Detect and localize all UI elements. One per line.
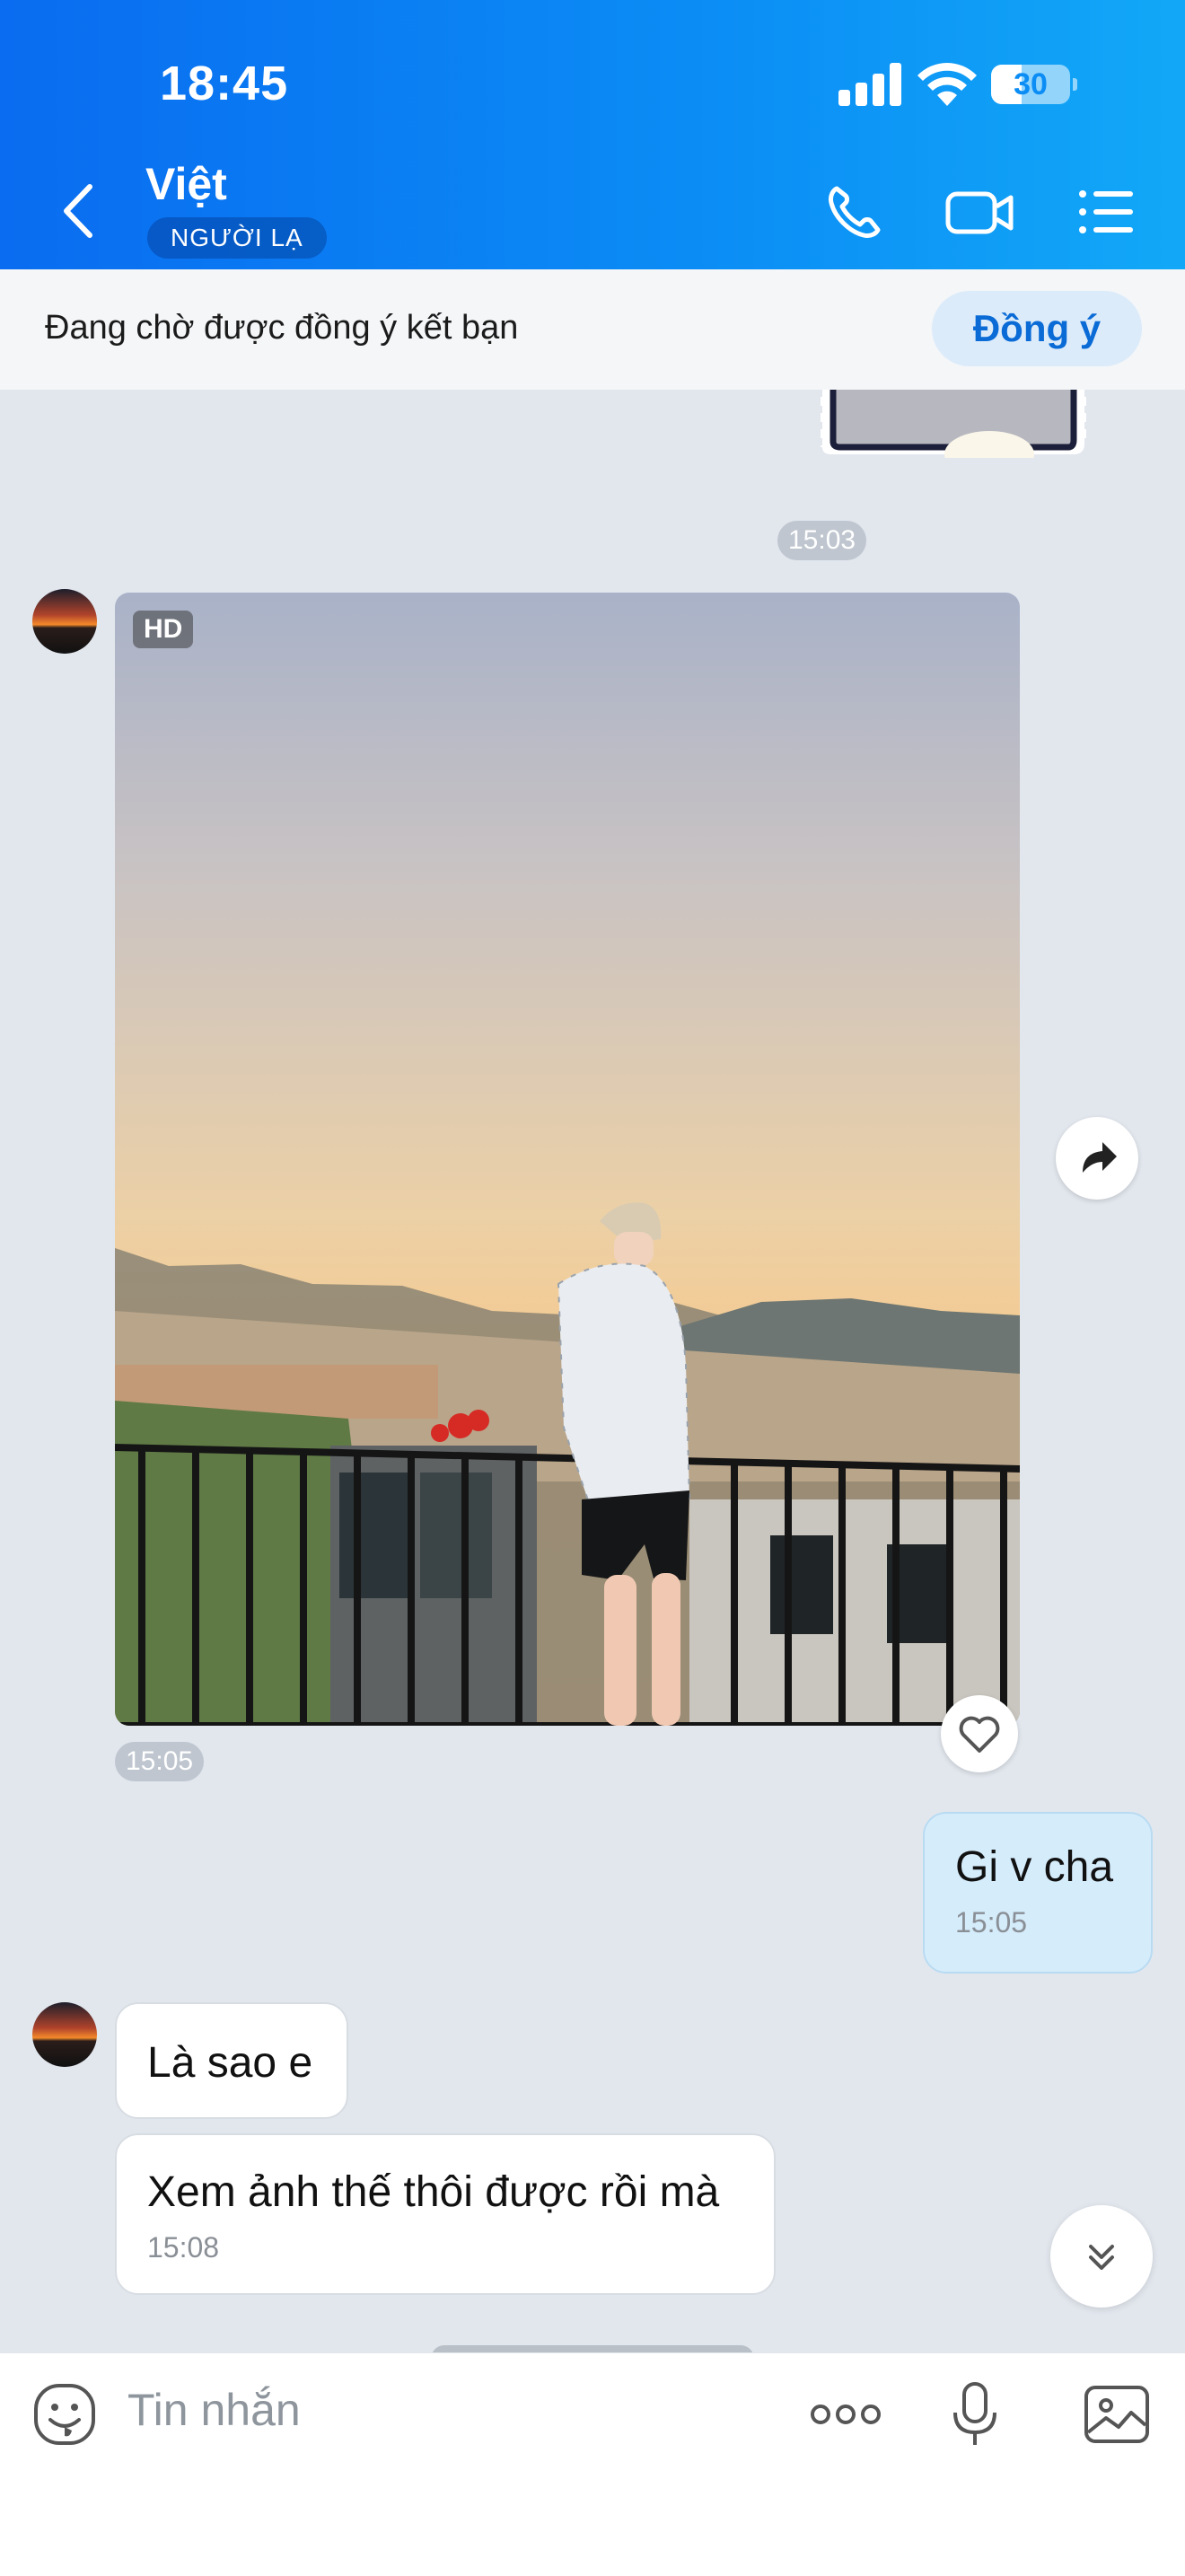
emoji-sticker-icon[interactable] xyxy=(31,2380,99,2449)
battery-icon: 30 xyxy=(991,65,1077,104)
sender-avatar[interactable] xyxy=(32,589,97,654)
more-options-icon[interactable] xyxy=(808,2380,883,2449)
time-divider: 15:03 xyxy=(777,521,867,560)
photo-time: 15:05 xyxy=(115,1742,205,1781)
message-input[interactable]: Tin nhắn xyxy=(127,2384,301,2436)
incoming-message-bubble[interactable]: Là sao e xyxy=(115,2002,348,2119)
microphone-icon[interactable] xyxy=(941,2380,1009,2449)
like-heart-icon[interactable] xyxy=(941,1695,1018,1772)
incoming-message-bubble[interactable]: Xem ảnh thế thôi được rồi mà 15:08 xyxy=(115,2133,776,2295)
menu-list-icon[interactable] xyxy=(1074,180,1138,244)
outgoing-message-bubble[interactable]: Gi v cha 15:05 xyxy=(923,1812,1153,1974)
message-text: Là sao e xyxy=(147,2039,313,2087)
gallery-image-icon[interactable] xyxy=(1083,2380,1151,2449)
battery-level: 30 xyxy=(1014,67,1048,101)
share-forward-icon[interactable] xyxy=(1056,1117,1138,1200)
friend-request-text: Đang chờ được đồng ý kết bạn xyxy=(45,309,519,347)
photo-message[interactable]: HD xyxy=(115,593,1020,1726)
message-composer: Tin nhắn xyxy=(0,2352,1185,2576)
scroll-to-bottom-icon[interactable] xyxy=(1050,2205,1153,2308)
friend-request-bar: Đang chờ được đồng ý kết bạn Đồng ý xyxy=(0,269,1185,390)
photo-image xyxy=(115,1202,1020,1726)
message-text: Xem ảnh thế thôi được rồi mà xyxy=(147,2168,720,2216)
hd-badge: HD xyxy=(133,611,194,648)
message-time: 15:08 xyxy=(147,2231,220,2264)
contact-name[interactable]: Việt xyxy=(145,158,227,210)
phone-call-icon[interactable] xyxy=(822,180,887,244)
sticker-image[interactable] xyxy=(813,390,1097,458)
video-call-icon[interactable] xyxy=(944,180,1016,244)
status-time: 18:45 xyxy=(160,57,289,110)
chat-header: 18:45 30 Việt NGƯỜI LẠ xyxy=(0,0,1185,269)
sender-avatar[interactable] xyxy=(32,2002,97,2067)
cellular-signal-icon xyxy=(838,63,901,106)
wifi-icon xyxy=(917,63,977,106)
message-time: 15:05 xyxy=(955,1906,1028,1939)
accept-friend-button[interactable]: Đồng ý xyxy=(932,291,1142,366)
back-icon[interactable] xyxy=(56,180,101,242)
message-text: Gi v cha xyxy=(955,1843,1114,1891)
stranger-badge: NGƯỜI LẠ xyxy=(147,217,327,259)
